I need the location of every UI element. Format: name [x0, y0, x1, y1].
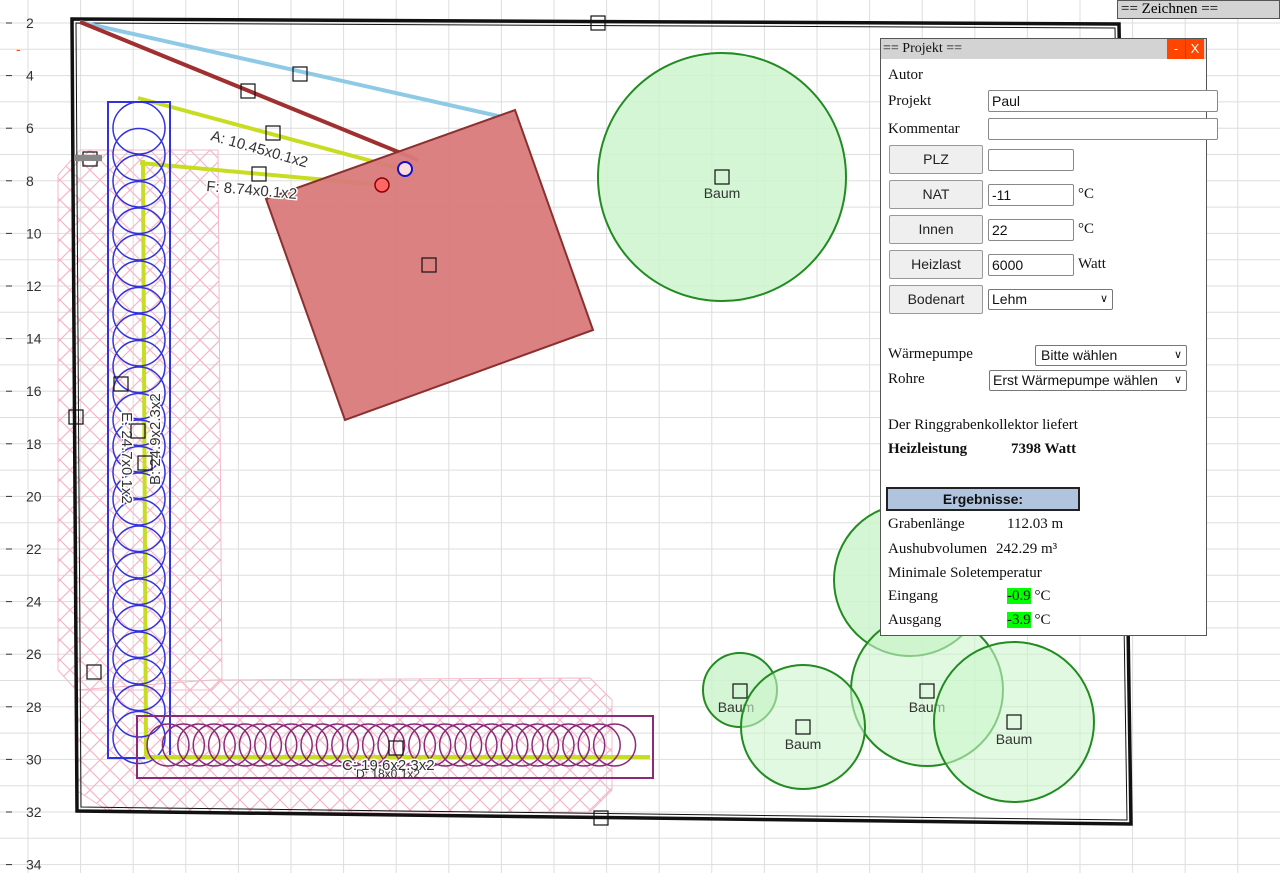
autor-label: Autor [888, 67, 923, 83]
chevron-down-icon: ∨ [1099, 293, 1108, 305]
bodenart-selected: Lehm [992, 291, 1028, 307]
ruler-label: 28 [26, 699, 42, 715]
heizlast-button[interactable]: Heizlast [889, 250, 983, 279]
bodenart-select[interactable]: Lehm ∨ [988, 289, 1113, 310]
plz-input[interactable] [988, 149, 1074, 171]
ruler-label: 32 [26, 804, 42, 820]
eingang-label: Eingang [888, 588, 938, 604]
heizlast-input[interactable]: 6000 [988, 254, 1074, 276]
endpoint-red[interactable] [374, 177, 390, 193]
tree-label: Baum [704, 185, 741, 201]
bodenart-button[interactable]: Bodenart [889, 285, 983, 314]
trench-label-e: E: 24.7x0.1x2 [118, 412, 135, 504]
ruler-label: 30 [26, 751, 42, 767]
ruler-label: 2 [26, 15, 34, 31]
ruler-label: 18 [26, 436, 42, 452]
trench-label-b: B: 24.9x2.3x2 [147, 393, 164, 485]
ruler-label: 26 [26, 646, 42, 662]
rohre-select[interactable]: Erst Wärmepumpe wählen ∨ [989, 370, 1187, 391]
rohre-selected: Erst Wärmepumpe wählen [993, 372, 1158, 388]
ruler-label: 4 [26, 68, 34, 84]
ausgang-value: -3.9 [1007, 612, 1031, 628]
ruler-label: 24 [26, 594, 42, 610]
close-button[interactable]: X [1186, 39, 1204, 59]
projekt-panel: == Projekt == - X Autor Projekt Paul Kom… [880, 38, 1218, 636]
heizleistung-label: Heizleistung [888, 441, 968, 457]
tree-label: Baum [785, 736, 822, 752]
results-header[interactable]: Ergebnisse: [886, 487, 1080, 511]
ruler-marker: - [16, 41, 21, 57]
panel-title[interactable]: == Projekt == [881, 39, 1206, 59]
nat-input[interactable]: -11 [988, 184, 1074, 206]
tree-label: Baum [996, 731, 1033, 747]
nat-unit: °C [1078, 186, 1095, 202]
grabenlaenge-label: Grabenlänge [888, 516, 965, 532]
chevron-down-icon: ∨ [1173, 349, 1182, 361]
ausgang-value-row: -3.9 °C [1007, 612, 1051, 629]
innen-input[interactable]: 22 [988, 219, 1074, 241]
waermepumpe-selected: Bitte wählen [1041, 347, 1118, 363]
ruler-label: 10 [26, 225, 42, 241]
aushubvolumen-label: Aushubvolumen [888, 541, 988, 557]
kommentar-label: Kommentar [888, 121, 960, 137]
connector-grey [74, 155, 102, 161]
waermepumpe-label: Wärmepumpe [888, 346, 973, 362]
ruler-label: 22 [26, 541, 42, 557]
ruler-label: 16 [26, 383, 42, 399]
minimize-button[interactable]: - [1167, 39, 1186, 59]
innen-button[interactable]: Innen [889, 215, 983, 244]
heizlast-unit: Watt [1078, 256, 1106, 272]
tree[interactable]: Baum [597, 52, 847, 302]
ruler-label: 14 [26, 331, 42, 347]
collector-text: Der Ringgrabenkollektor liefert [888, 417, 1078, 433]
tree[interactable]: Baum [740, 664, 866, 790]
aushubvolumen-value: 242.29 m³ [996, 541, 1058, 557]
rohre-label: Rohre [888, 371, 925, 387]
trench-label-f: F: 8.74x0.1x2 [206, 178, 298, 203]
trench-label-a: A: 10.45x0.1x2 [209, 128, 310, 172]
eingang-value: -0.9 [1007, 588, 1031, 604]
tree[interactable]: Baum [933, 641, 1095, 803]
ruler-label: 8 [26, 173, 34, 189]
line-blue [79, 20, 517, 122]
heizleistung-value: 7398 Watt [1011, 441, 1077, 457]
ruler-label: 12 [26, 278, 42, 294]
ruler-label: 20 [26, 488, 42, 504]
ausgang-unit: °C [1034, 612, 1051, 628]
eingang-value-row: -0.9 °C [1007, 588, 1051, 605]
house[interactable] [264, 108, 595, 422]
nat-button[interactable]: NAT [889, 180, 983, 209]
eingang-unit: °C [1034, 588, 1051, 604]
grabenlaenge-value: 112.03 m [1007, 516, 1064, 532]
innen-unit: °C [1078, 221, 1095, 237]
endpoint-blue[interactable] [397, 161, 413, 177]
projekt-label: Projekt [888, 93, 932, 109]
kommentar-input[interactable] [988, 118, 1218, 140]
trench-label-d: D: 18x0.1x2 [356, 767, 420, 781]
ruler-label: 34 [26, 857, 42, 873]
zeichnen-menu[interactable]: == Zeichnen == [1117, 0, 1280, 19]
waermepumpe-select[interactable]: Bitte wählen ∨ [1035, 345, 1187, 366]
ruler-label: 6 [26, 120, 34, 136]
ausgang-label: Ausgang [888, 612, 942, 628]
soletemperatur-label: Minimale Soletemperatur [888, 565, 1042, 581]
plz-button[interactable]: PLZ [889, 145, 983, 174]
projekt-input[interactable]: Paul [988, 90, 1218, 112]
chevron-down-icon: ∨ [1173, 374, 1182, 386]
